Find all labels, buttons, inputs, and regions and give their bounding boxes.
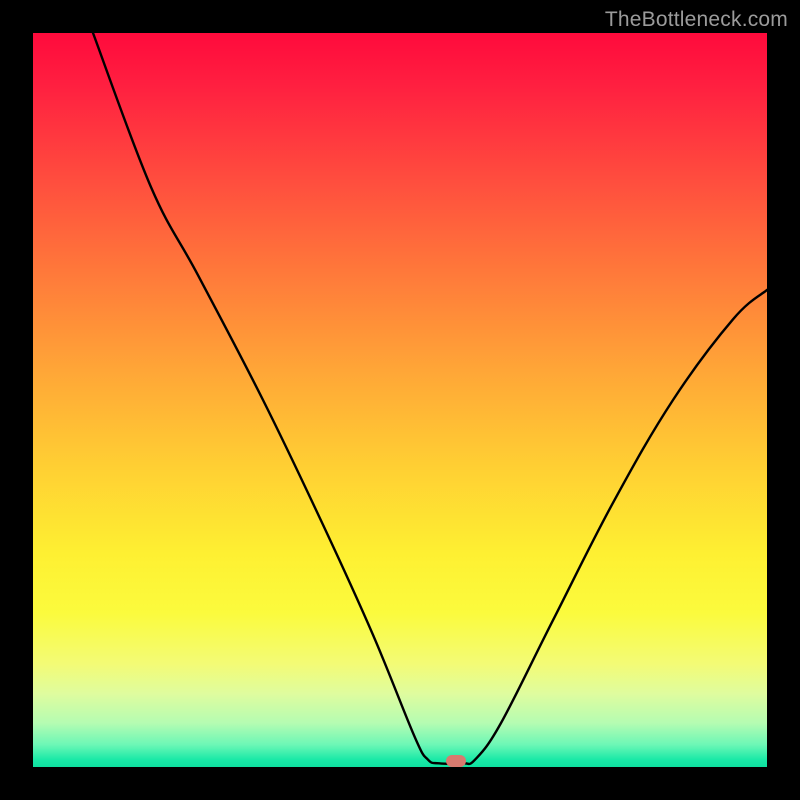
plot-area xyxy=(33,33,767,767)
watermark-text: TheBottleneck.com xyxy=(605,8,788,32)
bottleneck-curve xyxy=(33,33,767,767)
chart-frame: TheBottleneck.com xyxy=(0,0,800,800)
optimal-point-marker xyxy=(446,755,466,767)
